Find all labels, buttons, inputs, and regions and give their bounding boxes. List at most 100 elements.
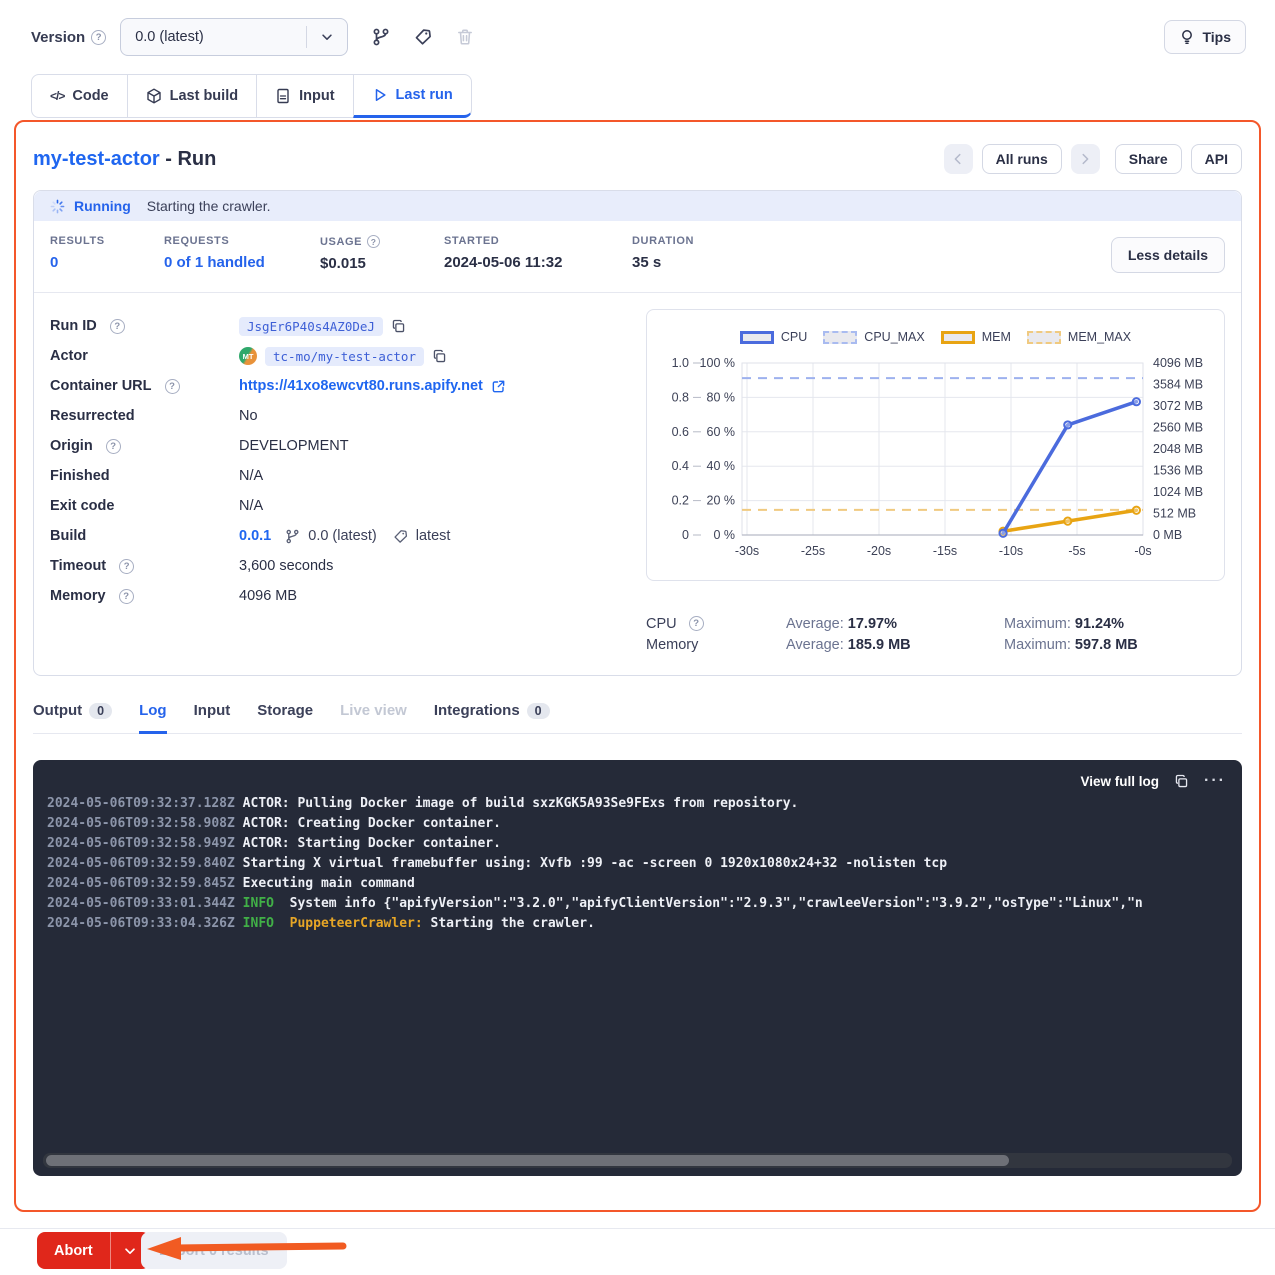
top-toolbar: Version ? 0.0 (latest) Tips <box>31 18 1246 56</box>
actor-name-link[interactable]: my-test-actor <box>33 148 160 170</box>
all-runs-button[interactable]: All runs <box>982 144 1062 174</box>
tab-last-run[interactable]: Last run <box>353 74 472 118</box>
tab-code[interactable]: </> Code <box>31 74 128 118</box>
actor-tab-bar: </> Code Last build Input Last run <box>31 74 472 118</box>
copy-icon[interactable] <box>391 319 406 334</box>
stat-results: RESULTS 0 <box>50 235 120 272</box>
log-horizontal-scrollbar[interactable] <box>43 1153 1232 1168</box>
duration-value: 35 s <box>632 254 694 271</box>
cpu-average-value: 17.97% <box>848 616 897 632</box>
version-select-value: 0.0 (latest) <box>135 29 204 45</box>
run-header: my-test-actor - Run All runs Share API <box>33 144 1242 174</box>
stat-duration: DURATION 35 s <box>632 235 694 272</box>
tips-button[interactable]: Tips <box>1164 20 1246 54</box>
detail-row-finished: Finished N/A <box>50 461 646 491</box>
svg-text:80 %: 80 % <box>707 390 736 404</box>
copy-icon[interactable] <box>432 349 447 364</box>
status-card: Running Starting the crawler. RESULTS 0 … <box>33 190 1242 676</box>
spinner-icon <box>50 199 65 214</box>
integrations-count-badge: 0 <box>527 703 550 719</box>
svg-text:0.8: 0.8 <box>672 390 689 404</box>
output-count-badge: 0 <box>89 703 112 719</box>
memory-average-value: 185.9 MB <box>848 637 911 653</box>
tag-icon[interactable] <box>414 28 432 46</box>
origin-help-icon[interactable]: ? <box>106 439 121 454</box>
prev-run-button <box>944 144 973 174</box>
container-url-help-icon[interactable]: ? <box>165 379 180 394</box>
detail-row-memory: Memory? 4096 MB <box>50 581 646 611</box>
detail-row-exit-code: Exit code N/A <box>50 491 646 521</box>
tab-storage[interactable]: Storage <box>257 702 313 734</box>
cpu-help-icon[interactable]: ? <box>689 616 704 631</box>
log-more-icon[interactable]: ··· <box>1204 772 1226 790</box>
svg-text:0 MB: 0 MB <box>1153 528 1182 542</box>
run-details-list: Run ID? JsgEr6P40s4AZ0DeJ Actor MT tc-mo… <box>50 309 646 655</box>
tab-run-input[interactable]: Input <box>194 702 231 734</box>
tab-output[interactable]: Output0 <box>33 702 112 734</box>
svg-text:-5s: -5s <box>1068 544 1085 558</box>
footer-divider <box>0 1228 1275 1229</box>
external-link-icon <box>491 379 506 394</box>
log-line: 2024-05-06T09:32:59.840Z Starting X virt… <box>47 854 1242 874</box>
next-run-button <box>1071 144 1100 174</box>
abort-button[interactable]: Abort <box>37 1232 110 1269</box>
svg-text:0.6: 0.6 <box>672 425 689 439</box>
code-icon: </> <box>50 89 64 103</box>
svg-text:-30s: -30s <box>735 544 759 558</box>
legend-item[interactable]: CPU_MAX <box>823 330 924 344</box>
view-full-log-link[interactable]: View full log <box>1081 774 1160 789</box>
memory-maximum-value: 597.8 MB <box>1075 637 1138 653</box>
container-url-link[interactable]: https://41xo8ewcvt80.runs.apify.net <box>239 378 483 394</box>
legend-item[interactable]: MEM <box>941 330 1011 344</box>
run-id-value: JsgEr6P40s4AZ0DeJ <box>239 317 383 336</box>
package-icon <box>146 88 162 104</box>
svg-text:-0s: -0s <box>1134 544 1151 558</box>
share-button[interactable]: Share <box>1115 144 1182 174</box>
less-details-button[interactable]: Less details <box>1111 237 1225 273</box>
copy-log-icon[interactable] <box>1174 774 1189 789</box>
svg-text:1024 MB: 1024 MB <box>1153 485 1203 499</box>
api-button[interactable]: API <box>1191 144 1242 174</box>
svg-text:0.4: 0.4 <box>672 459 689 473</box>
version-help-icon[interactable]: ? <box>91 30 106 45</box>
scrollbar-thumb[interactable] <box>46 1155 1009 1166</box>
tab-last-build[interactable]: Last build <box>127 74 257 118</box>
run-detail-panel: my-test-actor - Run All runs Share API <box>14 120 1261 1212</box>
tab-input[interactable]: Input <box>256 74 353 118</box>
svg-text:3584 MB: 3584 MB <box>1153 378 1203 392</box>
log-line: 2024-05-06T09:33:04.326Z INFO PuppeteerC… <box>47 914 1242 934</box>
memory-help-icon[interactable]: ? <box>119 589 134 604</box>
branch-icon[interactable] <box>372 28 390 46</box>
legend-item[interactable]: MEM_MAX <box>1027 330 1131 344</box>
actor-value-link[interactable]: tc-mo/my-test-actor <box>265 347 424 366</box>
tab-integrations[interactable]: Integrations0 <box>434 702 550 734</box>
svg-text:2048 MB: 2048 MB <box>1153 442 1203 456</box>
svg-text:512 MB: 512 MB <box>1153 507 1196 521</box>
build-branch-value: 0.0 (latest) <box>308 528 377 544</box>
log-line: 2024-05-06T09:32:37.128Z ACTOR: Pulling … <box>47 794 1242 814</box>
usage-help-icon[interactable]: ? <box>367 235 380 248</box>
detail-row-container-url: Container URL? https://41xo8ewcvt80.runs… <box>50 371 646 401</box>
svg-text:40 %: 40 % <box>707 459 736 473</box>
svg-text:-25s: -25s <box>801 544 825 558</box>
tab-log[interactable]: Log <box>139 702 167 734</box>
origin-value: DEVELOPMENT <box>239 438 349 454</box>
tag-icon <box>393 529 408 544</box>
build-version-link[interactable]: 0.0.1 <box>239 528 271 544</box>
lightbulb-icon <box>1179 29 1195 45</box>
legend-item[interactable]: CPU <box>740 330 807 344</box>
chevron-down-icon <box>307 30 347 44</box>
log-line: 2024-05-06T09:32:58.908Z ACTOR: Creating… <box>47 814 1242 834</box>
run-id-help-icon[interactable]: ? <box>110 319 125 334</box>
resurrected-value: No <box>239 408 258 424</box>
svg-text:-10s: -10s <box>999 544 1023 558</box>
timeout-help-icon[interactable]: ? <box>119 559 134 574</box>
detail-row-build: Build 0.0.1 0.0 (latest) latest <box>50 521 646 551</box>
log-line: 2024-05-06T09:33:01.344Z INFO System inf… <box>47 894 1242 914</box>
log-line: 2024-05-06T09:32:58.949Z ACTOR: Starting… <box>47 834 1242 854</box>
exit-code-value: N/A <box>239 498 263 514</box>
svg-text:1536 MB: 1536 MB <box>1153 464 1203 478</box>
finished-value: N/A <box>239 468 263 484</box>
svg-text:20 %: 20 % <box>707 494 736 508</box>
version-select[interactable]: 0.0 (latest) <box>120 18 348 56</box>
